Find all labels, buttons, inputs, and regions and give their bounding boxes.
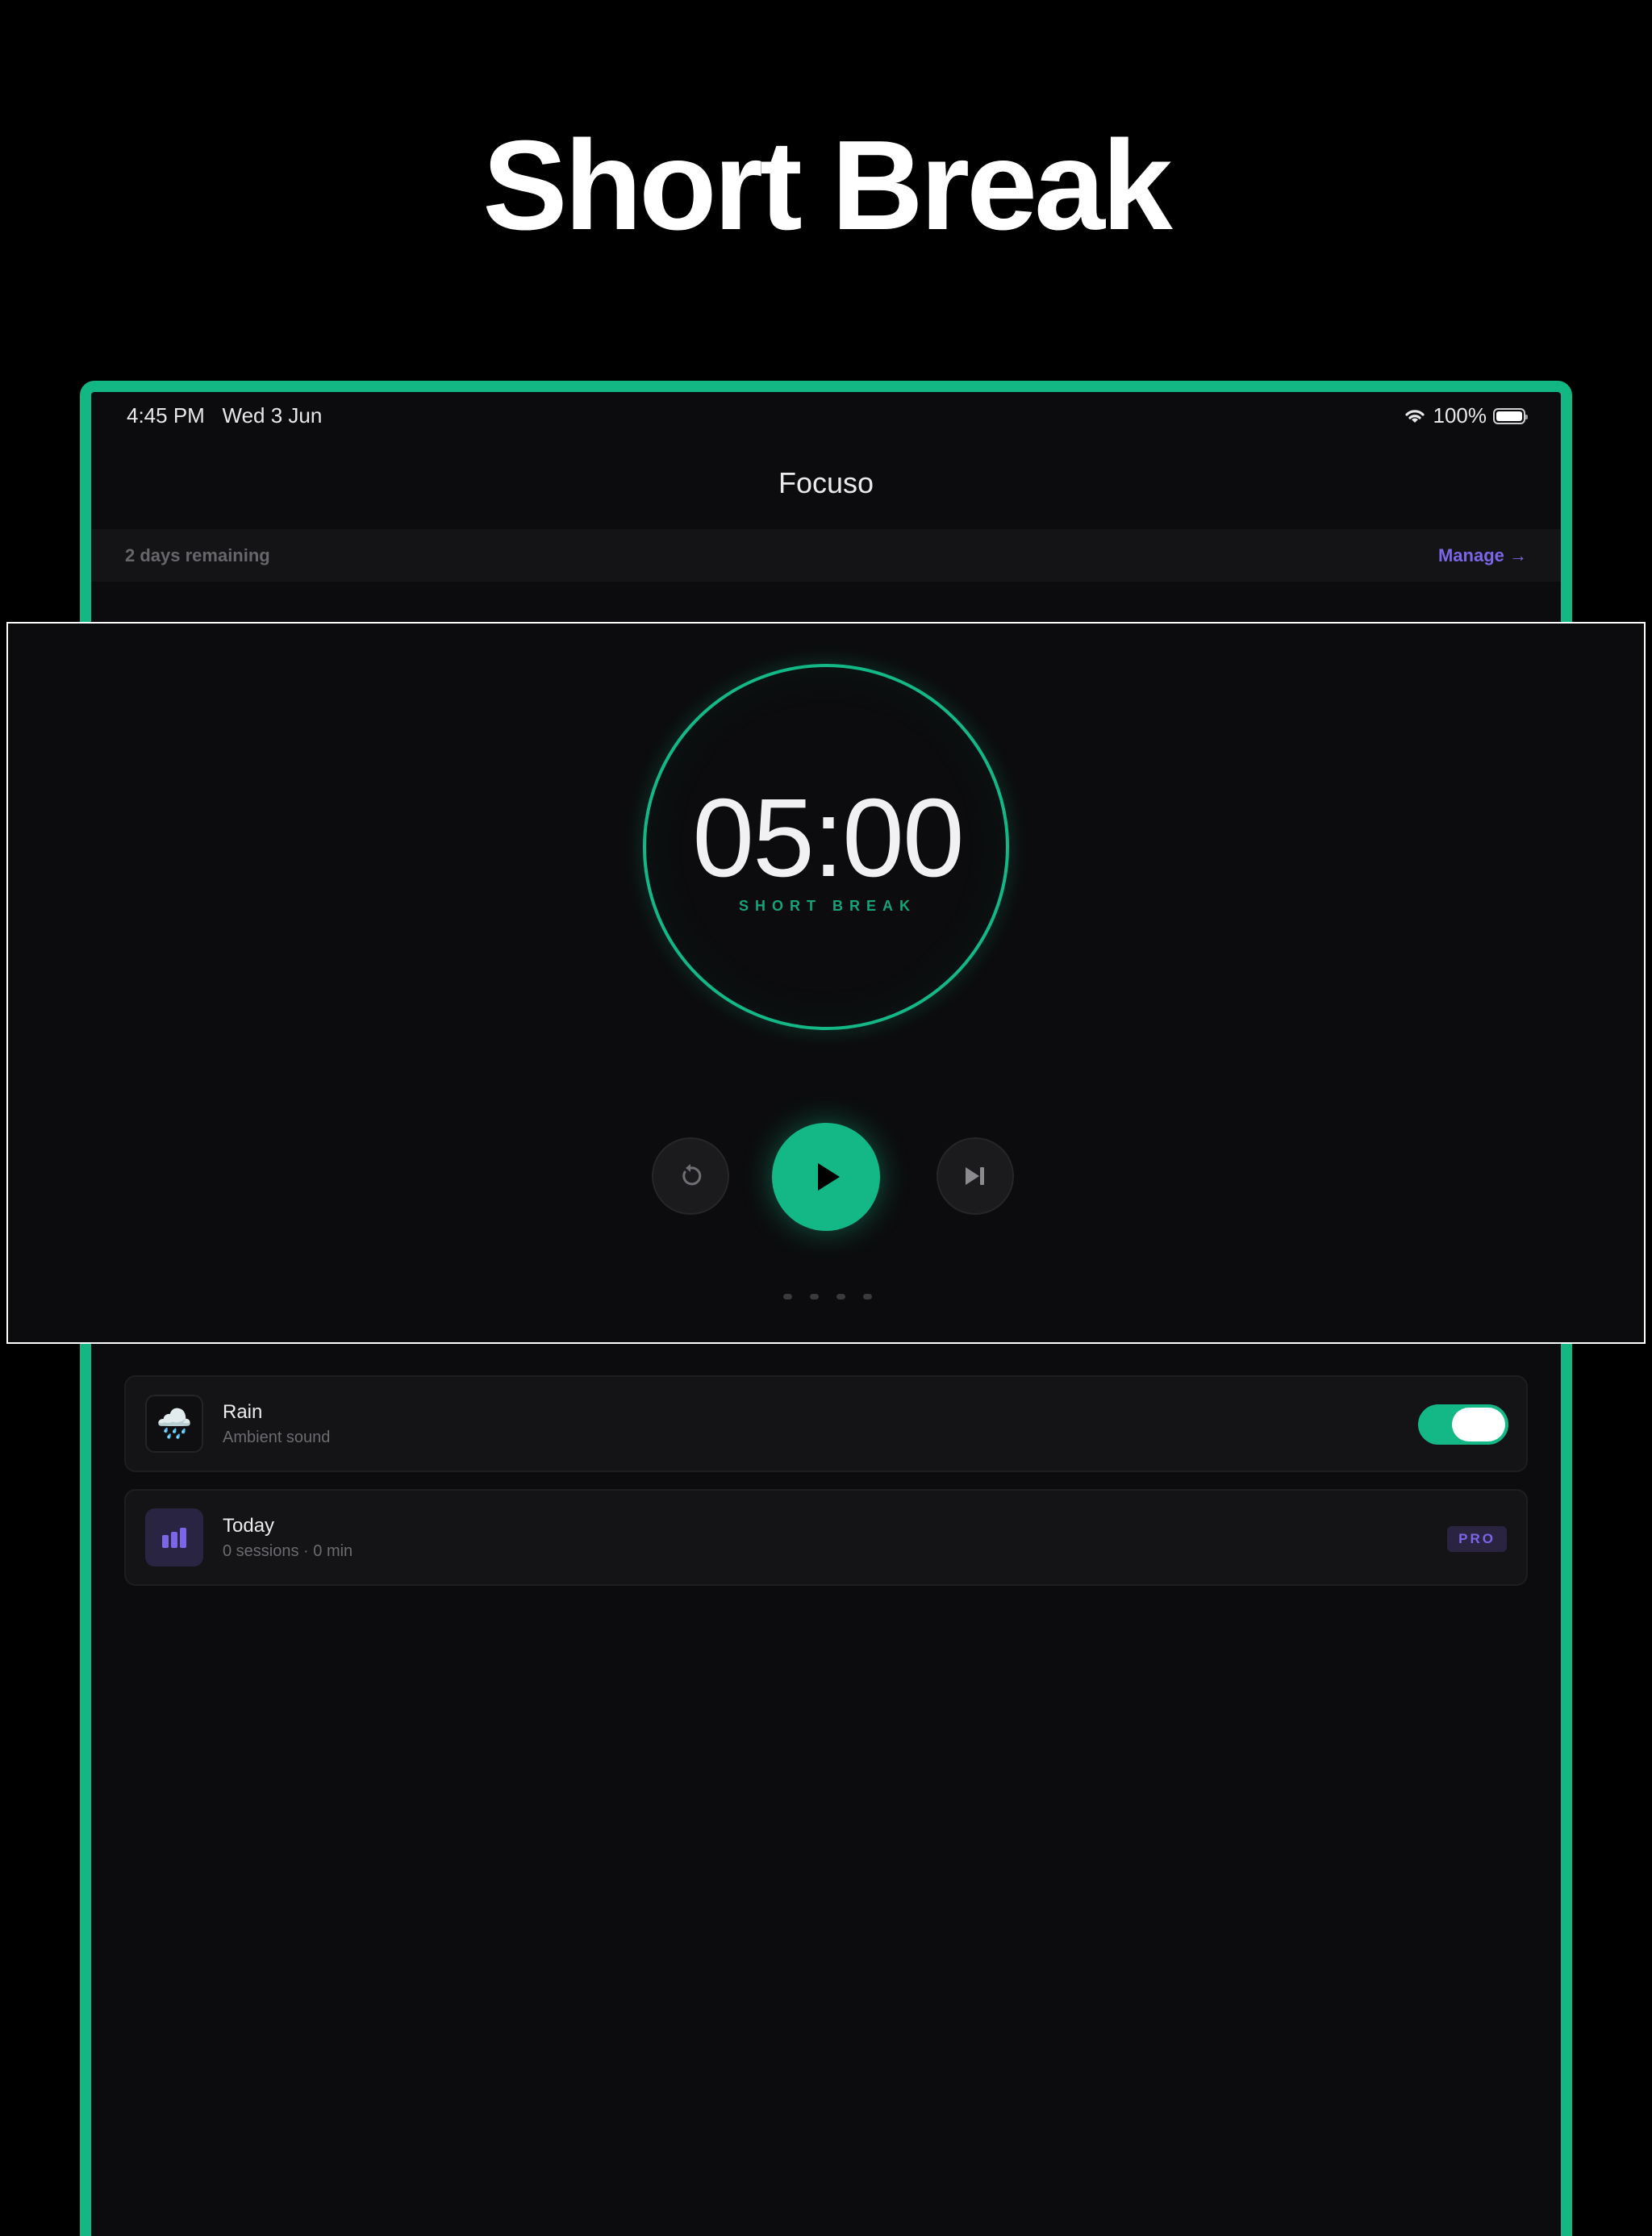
status-time: 4:45 PM xyxy=(127,403,205,428)
page-headline: Short Break xyxy=(482,115,1173,257)
rain-cloud-icon: 🌧️ xyxy=(145,1395,203,1453)
skip-button[interactable] xyxy=(937,1137,1014,1215)
page-dot[interactable] xyxy=(810,1294,819,1299)
ambient-sound-title: Rain xyxy=(223,1401,263,1423)
page-indicator xyxy=(8,1294,1647,1299)
today-stats-card[interactable]: Today 0 sessions · 0 min PRO xyxy=(124,1489,1528,1586)
page-dot[interactable] xyxy=(836,1294,845,1299)
today-stats-subtitle: 0 sessions · 0 min xyxy=(223,1542,353,1560)
trial-remaining-text: 2 days remaining xyxy=(125,544,270,565)
toggle-knob xyxy=(1452,1408,1505,1441)
status-date: Wed 3 Jun xyxy=(222,403,323,428)
page-dot[interactable] xyxy=(863,1294,872,1299)
ambient-sound-subtitle: Ambient sound xyxy=(223,1429,331,1446)
pro-badge: PRO xyxy=(1447,1526,1507,1552)
page-dot[interactable] xyxy=(783,1294,792,1299)
status-bar-left: 4:45 PM Wed 3 Jun xyxy=(127,403,322,428)
reset-icon xyxy=(682,1164,702,1186)
play-icon xyxy=(818,1163,840,1191)
today-stats-title: Today xyxy=(223,1515,275,1537)
app-title: Focuso xyxy=(778,466,874,499)
ambient-sound-card[interactable]: 🌧️ Rain Ambient sound xyxy=(124,1375,1528,1472)
battery-percent: 100% xyxy=(1433,403,1487,428)
ambient-sound-toggle[interactable] xyxy=(1418,1404,1508,1445)
timer-readout: 05:00 xyxy=(692,776,964,900)
timer-panel: 05:00 SHORT BREAK xyxy=(6,622,1646,1344)
reset-button[interactable] xyxy=(652,1137,729,1215)
status-bar-right: 100% xyxy=(1403,403,1528,428)
skip-icon xyxy=(966,1167,984,1185)
battery-icon xyxy=(1493,407,1528,424)
timer-mode-label: SHORT BREAK xyxy=(738,898,916,914)
trial-banner: 2 days remaining Manage → xyxy=(91,529,1561,582)
manage-subscription-link[interactable]: Manage → xyxy=(1438,545,1527,566)
bar-chart-icon xyxy=(145,1508,203,1566)
wifi-icon xyxy=(1404,409,1425,423)
play-button[interactable] xyxy=(772,1123,880,1231)
